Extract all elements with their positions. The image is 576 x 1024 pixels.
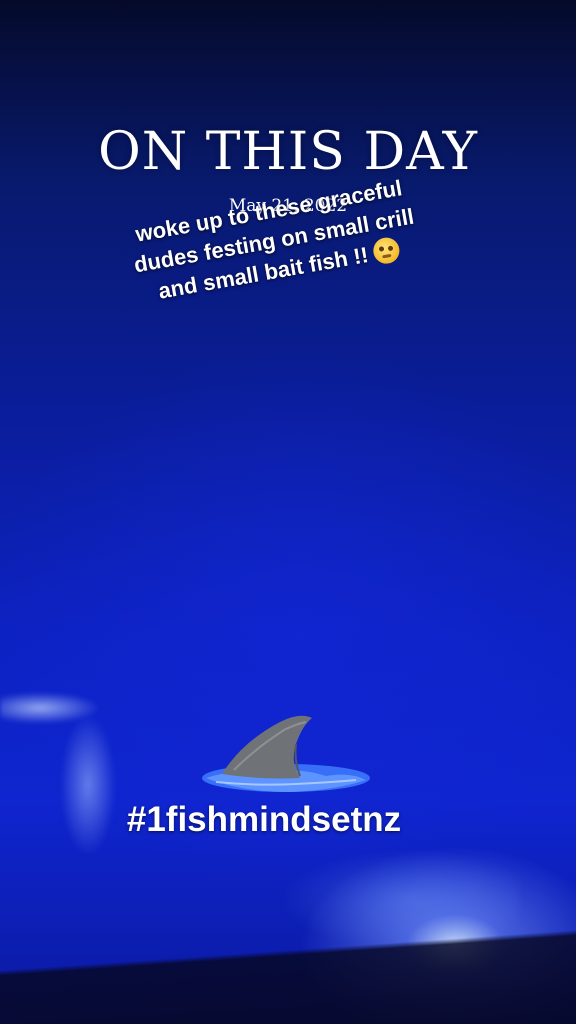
shark-fin-sticker-icon — [202, 715, 370, 792]
story-hashtag: #1fishmindsetnz — [126, 800, 402, 839]
story-caption: woke up to these graceful dudes festing … — [99, 167, 449, 315]
face-with-monocle-emoji-icon — [371, 235, 402, 266]
boat-edge-shadow — [0, 930, 576, 1024]
story-frame: ON THIS DAY May 21, 2022 woke up to thes… — [0, 0, 576, 1024]
story-title: ON THIS DAY — [98, 122, 478, 182]
